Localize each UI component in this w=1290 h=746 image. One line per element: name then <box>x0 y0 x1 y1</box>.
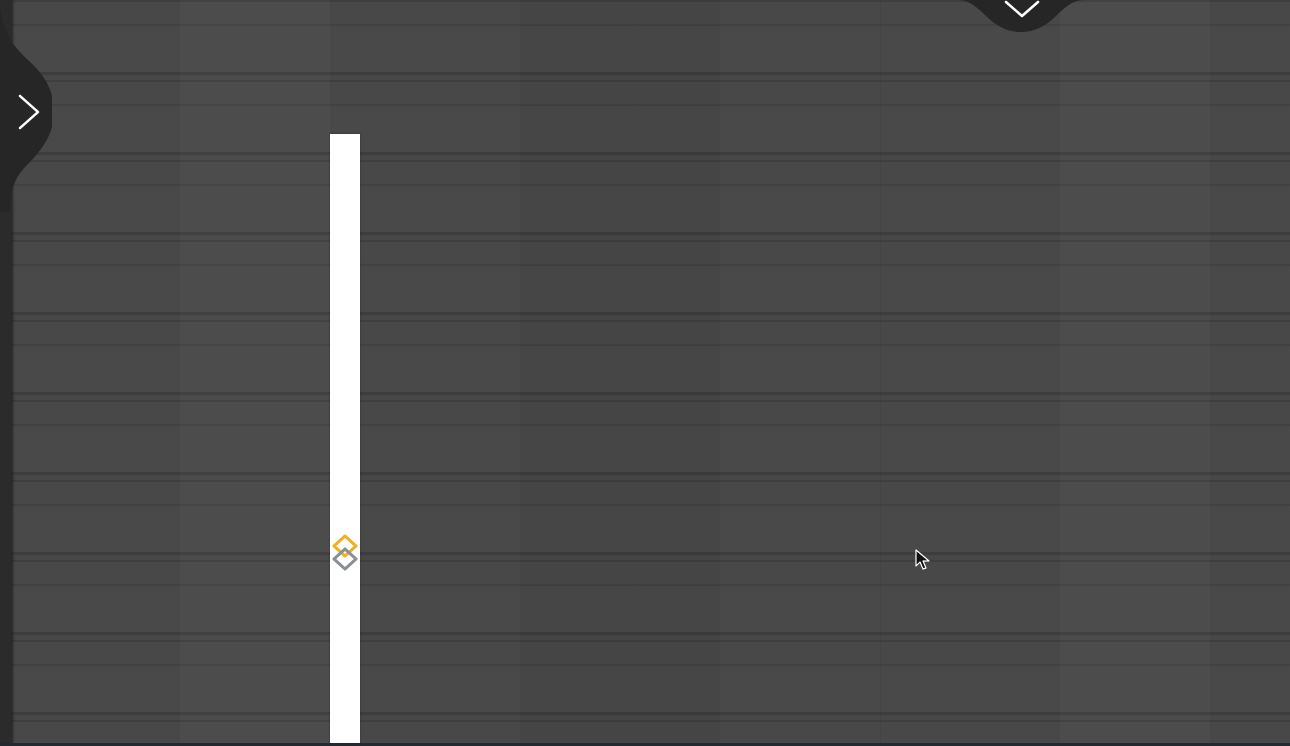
side-panel-toggle-button[interactable] <box>0 8 52 212</box>
stacked-diamonds-icon <box>332 534 358 571</box>
vertical-slider-handle[interactable] <box>330 533 360 575</box>
top-panel-toggle-button[interactable] <box>958 0 1084 34</box>
canvas-area[interactable] <box>0 0 1290 746</box>
vertical-slider-track[interactable] <box>330 134 360 746</box>
arrow-cursor-icon <box>915 549 931 571</box>
